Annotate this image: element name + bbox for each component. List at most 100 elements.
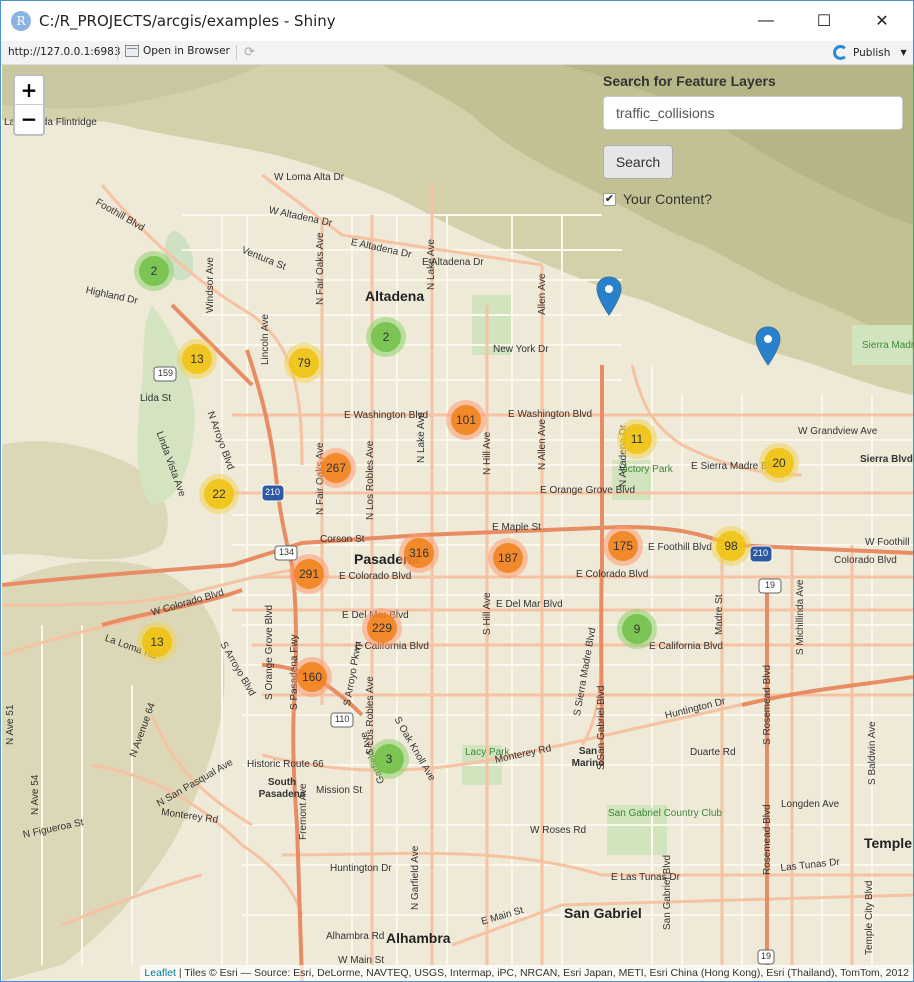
title-bar: R C:/R_PROJECTS/arcgis/examples - Shiny … [1,1,913,41]
map-label-san-gabriel-blvd: San Gabriel Blvd [662,854,673,930]
marker-cluster[interactable]: 13 [177,339,217,379]
search-panel: Search for Feature Layers traffic_collis… [603,73,903,207]
toolbar-divider [236,45,237,60]
chevron-down-icon: ▼ [900,48,907,57]
search-input[interactable]: traffic_collisions [603,96,903,130]
toolbar-divider [117,45,118,60]
publish-button[interactable]: Publish ▼ [833,45,907,60]
cluster-count: 291 [294,559,324,589]
marker-cluster[interactable]: 22 [199,474,239,514]
cluster-count: 2 [371,322,401,352]
map-label-rosemead: Rosemead Blvd [762,804,773,875]
close-button[interactable]: ✕ [859,1,905,41]
marker-cluster[interactable]: 9 [617,609,657,649]
marker-cluster[interactable]: 3 [369,739,409,779]
map-label-sierra-madre-park: Sierra Madre City Park [862,340,913,351]
map-label-s-rosemead: S Rosemead Blvd [762,664,773,745]
marker-cluster[interactable]: 187 [488,538,528,578]
marker-cluster[interactable]: 98 [711,526,751,566]
map-label-s-hill: S Hill Ave [482,592,493,635]
marker-cluster[interactable]: 291 [289,554,329,594]
browser-window-icon [125,45,139,57]
highway-shield-159: 159 [158,368,174,378]
map-label-w-loma-alta: W Loma Alta Dr [274,172,345,183]
map-label-s-baldwin: S Baldwin Ave [867,721,878,785]
map-label-s-san-gabriel: S San Gabriel Blvd [596,685,607,771]
marker-cluster[interactable]: 101 [446,400,486,440]
map-label-s-michillinda: S Michillinda Ave [795,579,806,655]
cluster-count: 3 [374,744,404,774]
map-label-s-orange-grove: S Orange Grove Blvd [264,604,275,700]
publish-icon [833,45,848,60]
url-text: http://127.0.0.1:6983 [8,46,121,58]
marker-cluster[interactable]: 20 [759,443,799,483]
refresh-icon[interactable]: ⟳ [244,44,255,60]
marker-cluster[interactable]: 2 [366,317,406,357]
map-label-sierra-blvd: Sierra Blvd [860,454,913,465]
map-label-n-hill: N Hill Ave [482,431,493,475]
map-label-alhambra: Alhambra [386,930,451,946]
cluster-count: 9 [622,614,652,644]
map-label-fremont: Fremont Ave [298,783,309,840]
search-label: Search for Feature Layers [603,73,776,89]
marker-cluster[interactable]: 11 [617,419,657,459]
map-label-historic-66: Historic Route 66 [247,759,324,770]
map-label-w-rosas: W Roses Rd [530,825,587,836]
map-label-windsor: Windsor Ave [205,257,216,313]
window-title: C:/R_PROJECTS/arcgis/examples - Shiny [39,12,336,30]
map-pin-icon[interactable] [596,276,622,316]
cluster-count: 22 [204,479,234,509]
highway-shield-19a: 19 [765,580,776,590]
highway-shield-110: 110 [335,714,350,724]
map-label-n-fair-oaks: N Fair Oaks Ave [315,232,326,305]
marker-cluster[interactable]: 316 [399,533,439,573]
your-content-checkbox-row[interactable]: ✔ Your Content? [603,191,903,207]
leaflet-link[interactable]: Leaflet [144,967,176,979]
open-in-browser-label: Open in Browser [143,45,230,57]
marker-cluster[interactable]: 267 [316,448,356,488]
map-label-e-washington-e: E Washington Blvd [508,409,593,420]
map-pin-icon[interactable] [755,326,781,366]
cluster-count: 175 [608,531,638,561]
minimize-button[interactable]: — [743,1,789,41]
open-in-browser-button[interactable]: Open in Browser [125,45,230,57]
map-label-e-foothill: E Foothill Blvd [648,542,712,553]
marker-cluster[interactable]: 160 [292,657,332,697]
map-label-n-lake: N Lake Ave [426,239,437,290]
map-label-mission: Mission St [316,785,363,796]
highway-shield-210: 210 [265,487,281,497]
app-window: R C:/R_PROJECTS/arcgis/examples - Shiny … [0,0,914,982]
marker-cluster[interactable]: 175 [603,526,643,566]
cluster-count: 160 [297,662,327,692]
map-label-new-york: New York Dr [493,344,549,355]
map-label-alhambra-rd: Alhambra Rd [326,931,385,942]
cluster-count: 20 [764,448,794,478]
map-label-w-foothill: W Foothill [865,537,910,548]
zoom-out-button[interactable]: − [15,105,43,134]
search-button[interactable]: Search [603,145,673,179]
zoom-in-button[interactable]: + [15,76,43,105]
map-label-w-grandview: W Grandview Ave [798,426,878,437]
map-label-colorado-far: Colorado Blvd [834,555,897,566]
maximize-button[interactable]: ☐ [801,1,847,41]
highway-shield-210e: 210 [753,548,769,558]
cluster-count: 79 [289,348,319,378]
map-label-colorado-e: E Colorado Blvd [576,569,649,580]
map-label-n-garfield: N Garfield Ave [410,845,421,910]
map-attribution: Leaflet | Tiles © Esri — Source: Esri, D… [140,965,913,981]
map-label-altadena: Altadena [365,288,425,304]
map-label-allen-north: Allen Ave [537,273,548,315]
map-label-lacy-park: Lacy Park [465,747,510,758]
marker-cluster[interactable]: 229 [362,608,402,648]
marker-cluster[interactable]: 13 [137,622,177,662]
your-content-checkbox[interactable]: ✔ [603,192,616,206]
map-label-n-los-robles: N Los Robles Ave [365,440,376,520]
marker-cluster[interactable]: 79 [284,343,324,383]
cluster-count: 11 [622,424,652,454]
map-label-e-maple: E Maple St [492,522,541,533]
cluster-count: 229 [367,613,397,643]
leaflet-map[interactable]: La Cañada Flintridge W Loma Alta Dr W Al… [2,65,913,981]
marker-cluster[interactable]: 2 [134,251,174,291]
zoom-control: + − [13,74,45,136]
highway-shield-19b: 19 [761,951,772,961]
